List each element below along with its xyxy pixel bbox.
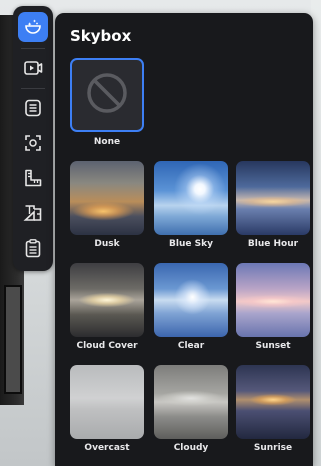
skybox-option-clear[interactable] — [154, 263, 228, 337]
ruler-icon — [23, 168, 43, 188]
skybox-option-sunset[interactable] — [236, 263, 310, 337]
clipboard-button[interactable] — [18, 233, 48, 263]
left-toolbar — [13, 6, 53, 271]
toolbar-divider — [21, 88, 45, 89]
skybox-option-blue-hour[interactable] — [236, 161, 310, 235]
skybox-icon — [23, 17, 43, 37]
video-icon — [23, 58, 43, 78]
skybox-label-cloudy: Cloudy — [173, 443, 209, 453]
skybox-label-cloud-cover: Cloud Cover — [76, 341, 138, 351]
skybox-option-sunrise[interactable] — [236, 365, 310, 439]
skybox-button[interactable] — [18, 12, 48, 42]
skybox-panel: Skybox None Dusk Blue Sky Blue Hour Clou… — [55, 13, 313, 466]
skybox-label-blue-hour: Blue Hour — [247, 239, 299, 249]
notes-button[interactable] — [18, 93, 48, 123]
skybox-option-cloudy[interactable] — [154, 365, 228, 439]
skybox-label-dusk: Dusk — [94, 239, 120, 249]
skybox-label-overcast: Overcast — [84, 443, 130, 453]
panel-title: Skybox — [70, 27, 132, 45]
skybox-option-cloud-cover[interactable] — [70, 263, 144, 337]
skybox-label-none: None — [93, 137, 121, 147]
skybox-label-blue-sky: Blue Sky — [169, 239, 213, 249]
clipboard-icon — [23, 238, 43, 258]
no-entry-icon — [85, 71, 129, 119]
skybox-option-dusk[interactable] — [70, 161, 144, 235]
floorplan-icon — [23, 203, 43, 223]
skybox-label-clear: Clear — [177, 341, 205, 351]
skybox-option-none[interactable] — [70, 58, 144, 132]
ruler-button[interactable] — [18, 163, 48, 193]
skybox-option-blue-sky[interactable] — [154, 161, 228, 235]
skybox-option-overcast[interactable] — [70, 365, 144, 439]
video-button[interactable] — [18, 53, 48, 83]
skybox-label-sunrise: Sunrise — [253, 443, 293, 453]
scan-button[interactable] — [18, 128, 48, 158]
toolbar-divider — [21, 48, 45, 49]
scan-icon — [23, 133, 43, 153]
notes-icon — [23, 98, 43, 118]
floorplan-button[interactable] — [18, 198, 48, 228]
skybox-label-sunset: Sunset — [255, 341, 291, 351]
background-frame — [4, 285, 22, 394]
